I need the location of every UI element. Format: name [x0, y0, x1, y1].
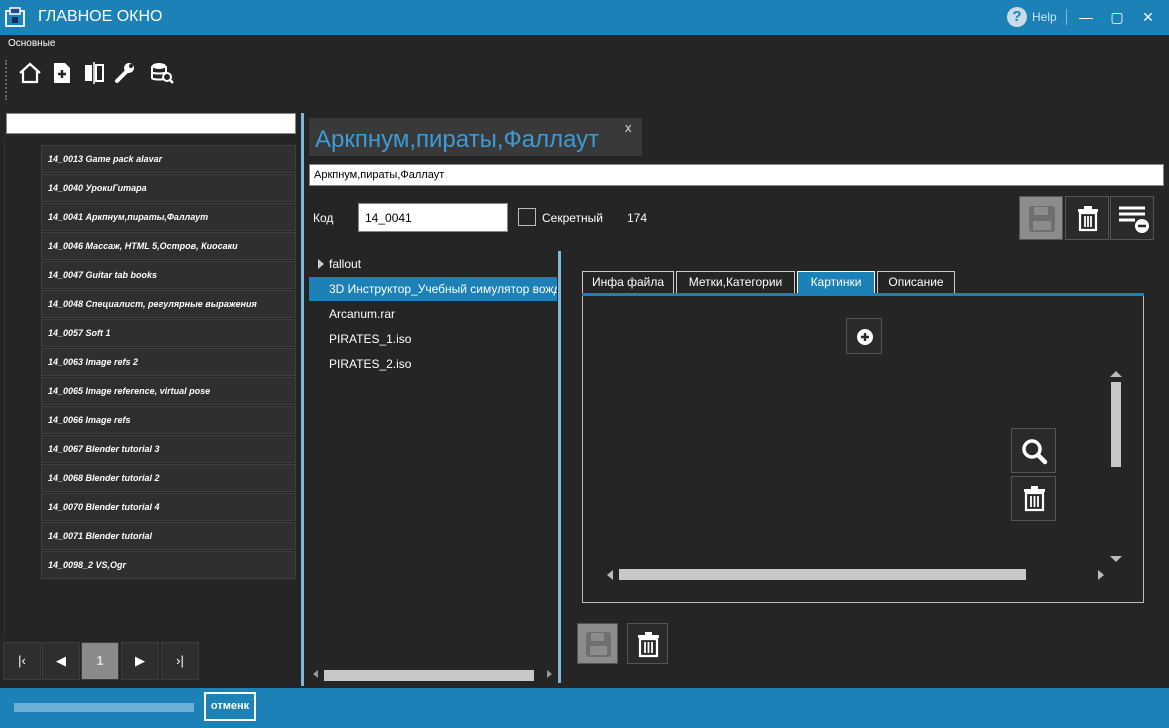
vertical-scrollbar[interactable]	[1111, 382, 1121, 467]
remove-from-list-button[interactable]	[1110, 196, 1154, 240]
delete-bottom-button[interactable]	[627, 623, 668, 664]
search-input[interactable]	[6, 113, 296, 134]
list-item[interactable]: 14_0071 Blender tutorial	[41, 522, 296, 550]
compare-icon	[85, 62, 104, 84]
delete-button[interactable]	[1065, 196, 1109, 240]
name-field[interactable]	[309, 164, 1164, 186]
list-remove-icon	[1119, 206, 1149, 233]
close-window-button[interactable]: ✕	[1135, 5, 1161, 29]
tab-file-info[interactable]: Инфа файла	[582, 271, 674, 293]
database-search-button[interactable]	[148, 59, 176, 87]
splitter-middle[interactable]	[558, 251, 561, 683]
secret-label: Секретный	[542, 211, 603, 225]
code-label: Код	[313, 211, 334, 225]
save-icon	[586, 632, 611, 657]
add-image-button[interactable]	[846, 318, 882, 354]
list-item[interactable]: 14_0013 Game pack alavar	[41, 145, 296, 173]
document-title: Аркпнум,пираты,Фаллаут	[315, 126, 600, 153]
plus-circle-icon	[857, 329, 873, 345]
title-separator	[1066, 9, 1067, 25]
title-bar	[0, 0, 1169, 35]
tree-item-selected[interactable]: 3D Инструктор_Учебный симулятор вождения	[309, 277, 557, 301]
list-item[interactable]: 14_0063 Image refs 2	[41, 348, 296, 376]
home-icon	[19, 62, 41, 84]
tree-scroll-left-icon[interactable]	[313, 670, 318, 678]
current-page-button[interactable]: 1	[81, 642, 119, 680]
count-value: 174	[627, 211, 648, 225]
list-item[interactable]: 14_0065 Image reference, virtual pose	[41, 377, 296, 405]
list-item[interactable]: 14_0048 Специалист, регулярные выражения	[41, 290, 296, 318]
settings-button[interactable]	[111, 59, 139, 87]
list-item[interactable]: 14_0057 Soft 1	[41, 319, 296, 347]
database-search-icon	[151, 63, 174, 84]
save-icon	[1029, 206, 1055, 232]
menu-tab-main[interactable]: Основные	[8, 38, 55, 49]
save-image-button[interactable]	[577, 623, 618, 664]
tab-pictures[interactable]: Картинки	[797, 271, 875, 293]
help-link[interactable]: Help	[1032, 10, 1057, 24]
list-item[interactable]: 14_0070 Blender tutorial 4	[41, 493, 296, 521]
cancel-button[interactable]: отменк	[204, 692, 256, 721]
tree-horizontal-scrollbar[interactable]	[324, 670, 534, 681]
home-button[interactable]	[16, 59, 44, 87]
new-document-button[interactable]	[48, 59, 76, 87]
toolbar-grip[interactable]	[5, 60, 8, 100]
minimize-button[interactable]: —	[1073, 5, 1099, 29]
list-item[interactable]: 14_0046 Массаж, HTML 5,Остров, Киосаки	[41, 232, 296, 260]
list-item[interactable]: 14_0041 Аркпнум,пираты,Фаллаут	[41, 203, 296, 231]
tree-item[interactable]: Arcanum.rar	[309, 302, 557, 326]
help-icon[interactable]: ?	[1007, 7, 1027, 27]
add-file-icon	[54, 63, 70, 83]
last-page-button[interactable]: ›|	[161, 642, 199, 680]
list-item[interactable]: 14_0068 Blender tutorial 2	[41, 464, 296, 492]
list-item[interactable]: 14_0040 УрокиГитара	[41, 174, 296, 202]
prev-page-button[interactable]: ◀	[42, 642, 80, 680]
wrench-icon	[115, 63, 134, 83]
horizontal-scrollbar[interactable]	[619, 569, 1026, 580]
splitter-left[interactable]	[301, 113, 304, 686]
trash-icon	[1078, 206, 1098, 232]
list-item[interactable]: 14_0098_2 VS,Ogr	[41, 551, 296, 579]
tree-scroll-right-icon[interactable]	[547, 670, 552, 678]
tree-item[interactable]: PIRATES_1.iso	[309, 327, 557, 351]
scroll-up-icon[interactable]	[1110, 371, 1122, 377]
list-item[interactable]: 14_0066 Image refs	[41, 406, 296, 434]
maximize-button[interactable]: ▢	[1104, 5, 1130, 29]
compare-button[interactable]	[80, 59, 108, 87]
tab-description[interactable]: Описание	[877, 271, 955, 293]
trash-icon	[638, 632, 659, 658]
app-icon	[4, 6, 26, 28]
trash-icon	[1024, 486, 1045, 512]
list-item[interactable]: 14_0047 Guitar tab books	[41, 261, 296, 289]
close-document-button[interactable]: x	[625, 120, 632, 135]
window-title: ГЛАВНОЕ ОКНО	[38, 8, 163, 25]
tab-tags-categories[interactable]: Метки,Категории	[676, 271, 795, 293]
tree-item[interactable]: PIRATES_2.iso	[309, 352, 557, 376]
scroll-down-icon[interactable]	[1110, 556, 1122, 562]
zoom-image-button[interactable]	[1011, 428, 1056, 473]
scroll-left-icon[interactable]	[607, 570, 613, 580]
tree-item-fallout[interactable]: fallout	[309, 252, 557, 276]
save-button[interactable]	[1019, 196, 1063, 240]
code-field[interactable]	[358, 203, 508, 232]
scroll-right-icon[interactable]	[1098, 570, 1104, 580]
first-page-button[interactable]: |‹	[3, 642, 41, 680]
next-page-button[interactable]: ▶	[121, 642, 159, 680]
magnifier-icon	[1022, 439, 1048, 465]
secret-checkbox[interactable]	[518, 208, 536, 226]
progress-bar	[14, 703, 194, 712]
delete-image-button[interactable]	[1011, 476, 1056, 521]
list-item[interactable]: 14_0067 Blender tutorial 3	[41, 435, 296, 463]
